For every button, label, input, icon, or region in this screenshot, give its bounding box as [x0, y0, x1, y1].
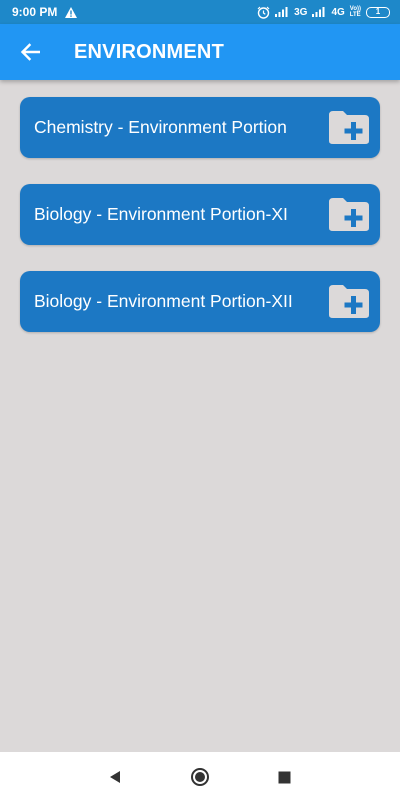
- network-type-1: 3G: [294, 6, 308, 18]
- page-title: ENVIRONMENT: [74, 40, 224, 63]
- circle-home-icon: [191, 768, 209, 786]
- folder-add-icon: [329, 285, 369, 318]
- folder-add-icon: [329, 111, 369, 144]
- folder-add-icon: [329, 198, 369, 231]
- topic-list: Chemistry - Environment Portion Biology …: [20, 97, 380, 358]
- alarm-icon: [257, 6, 270, 19]
- triangle-back-icon: [110, 771, 120, 783]
- volte-indicator: Vo)) LTE: [350, 6, 361, 18]
- status-bar: 9:00 PM 3G 4G Vo)) LTE 1: [0, 0, 400, 24]
- back-button[interactable]: [16, 38, 44, 66]
- nav-recents-button[interactable]: [273, 766, 295, 788]
- status-time: 9:00 PM: [12, 5, 58, 19]
- nav-back-button[interactable]: [104, 766, 126, 788]
- list-item[interactable]: Chemistry - Environment Portion: [20, 97, 380, 158]
- list-item-label: Chemistry - Environment Portion: [34, 117, 287, 137]
- signal-icon-1: [275, 7, 288, 17]
- app-bar: ENVIRONMENT: [0, 24, 400, 80]
- volte-bottom: LTE: [349, 12, 361, 18]
- system-nav-bar: [0, 752, 400, 800]
- status-left: 9:00 PM: [12, 0, 78, 24]
- list-item[interactable]: Biology - Environment Portion-XII: [20, 271, 380, 332]
- list-item[interactable]: Biology - Environment Portion-XI: [20, 184, 380, 245]
- status-right: 3G 4G Vo)) LTE 1: [257, 0, 390, 24]
- nav-home-button[interactable]: [189, 766, 211, 788]
- battery-level: 1: [375, 7, 381, 16]
- back-arrow-icon: [20, 43, 40, 61]
- list-item-label: Biology - Environment Portion-XI: [34, 204, 288, 224]
- list-item-label: Biology - Environment Portion-XII: [34, 291, 293, 311]
- network-type-2: 4G: [331, 6, 345, 18]
- battery-icon: 1: [366, 6, 390, 18]
- square-recents-icon: [278, 771, 290, 783]
- warning-icon: [65, 6, 78, 18]
- signal-icon-2: [312, 7, 325, 17]
